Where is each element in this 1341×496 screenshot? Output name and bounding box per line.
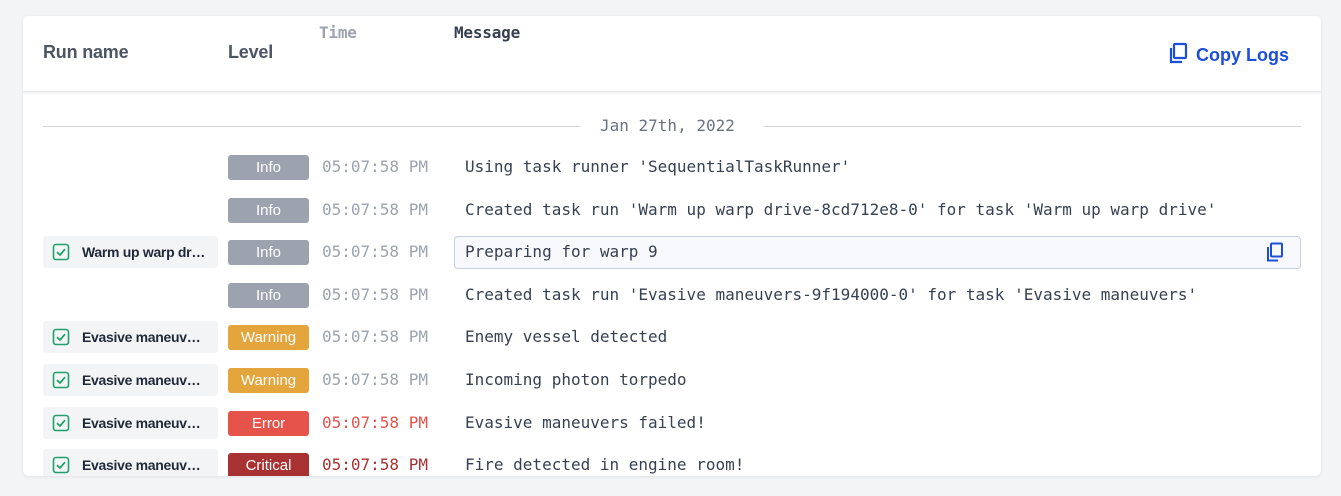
log-time: 05:07:58 PM	[322, 370, 428, 389]
log-row: Evasive maneuvers-9f194000-0 Error 05:07:5…	[23, 406, 1321, 440]
log-time: 05:07:58 PM	[322, 242, 428, 262]
log-row: Evasive maneuvers-9f194000-0 Warning 05:07…	[23, 363, 1321, 397]
check-square-icon	[52, 243, 70, 261]
check-square-icon	[52, 456, 70, 474]
task-run-name: Evasive maneuvers-9f194000-0	[82, 329, 208, 346]
log-row: Evasive maneuvers-9f194000-0 Critical 05:0…	[23, 448, 1321, 476]
log-message[interactable]: Created task run 'Warm up warp drive-8cd…	[465, 198, 1216, 222]
log-time: 05:07:58 PM	[322, 412, 428, 432]
task-run-name: Warm up warp drive-8cd712e8-0	[82, 244, 208, 261]
task-run-name: Evasive maneuvers-9f194000-0	[82, 372, 208, 388]
log-message[interactable]: Incoming photon torpedo	[465, 368, 687, 392]
level-badge: Info	[228, 282, 309, 308]
date-separator-label: Jan 27th, 2022	[600, 116, 735, 135]
task-run-chip[interactable]: Warm up warp drive-8cd712e8-0	[43, 236, 218, 269]
check-square-icon	[52, 328, 70, 346]
check-square-icon	[52, 371, 70, 389]
level-badge: Info	[228, 197, 309, 223]
level-badge: Info	[228, 240, 309, 266]
task-run-name: Evasive maneuvers-9f194000-0	[82, 457, 208, 474]
log-time: 05:07:58 PM	[322, 157, 428, 176]
task-run-chip[interactable]: Evasive maneuvers-9f194000-0	[43, 406, 218, 439]
log-message[interactable]: Enemy vessel detected	[465, 325, 667, 349]
log-time: 05:07:58 PM	[322, 199, 428, 219]
level-badge: Info	[228, 155, 309, 180]
task-run-name: Evasive maneuvers-9f194000-0	[82, 414, 208, 431]
logs-table-header: Run name Level Time Message Copy Logs	[23, 16, 1321, 92]
log-row: Evasive maneuvers-9f194000-0 Warning 05:07…	[23, 320, 1321, 354]
log-time: 05:07:58 PM	[322, 455, 428, 475]
column-header-message[interactable]: Message	[454, 21, 520, 45]
log-message[interactable]: Using task runner 'SequentialTaskRunner'	[465, 155, 850, 179]
copy-logs-button[interactable]: Copy Logs	[1168, 42, 1289, 69]
log-row: Info 05:07:58 PM Using task runner 'Sequen…	[23, 150, 1321, 184]
log-message[interactable]: Preparing for warp 9	[465, 240, 658, 264]
log-time: 05:07:58 PM	[322, 327, 428, 347]
task-run-chip[interactable]: Evasive maneuvers-9f194000-0	[43, 364, 218, 396]
log-row: Info 05:07:58 PM Created task run 'Evasive…	[23, 278, 1321, 312]
copy-logs-label: Copy Logs	[1196, 45, 1289, 65]
divider	[764, 126, 1301, 127]
log-message[interactable]: Fire detected in engine room!	[465, 453, 744, 476]
log-message[interactable]: Created task run 'Evasive maneuvers-9f19…	[465, 283, 1197, 307]
level-badge: Warning	[228, 325, 309, 351]
column-header-run-name[interactable]: Run name	[43, 42, 129, 63]
level-badge: Critical	[228, 453, 309, 476]
level-badge: Warning	[228, 368, 309, 393]
log-time: 05:07:58 PM	[322, 284, 428, 304]
log-row: Info 05:07:58 PM Created task run 'Warm up…	[23, 193, 1321, 227]
date-separator: Jan 27th, 2022	[43, 116, 1301, 136]
copy-message-icon[interactable]	[1266, 242, 1284, 262]
task-run-chip[interactable]: Evasive maneuvers-9f194000-0	[43, 449, 218, 476]
log-message[interactable]: Evasive maneuvers failed!	[465, 411, 706, 435]
copy-icon	[1168, 42, 1188, 69]
log-row: Warm up warp drive-8cd712e8-0 Info 05:07:5…	[23, 235, 1321, 270]
level-badge: Error	[228, 410, 309, 436]
check-square-icon	[52, 414, 70, 432]
logs-card: Run name Level Time Message Copy Logs Ja…	[23, 16, 1321, 476]
task-run-chip[interactable]: Evasive maneuvers-9f194000-0	[43, 321, 218, 354]
divider	[43, 126, 580, 127]
column-header-time[interactable]: Time	[319, 21, 357, 45]
column-header-level[interactable]: Level	[228, 42, 273, 63]
